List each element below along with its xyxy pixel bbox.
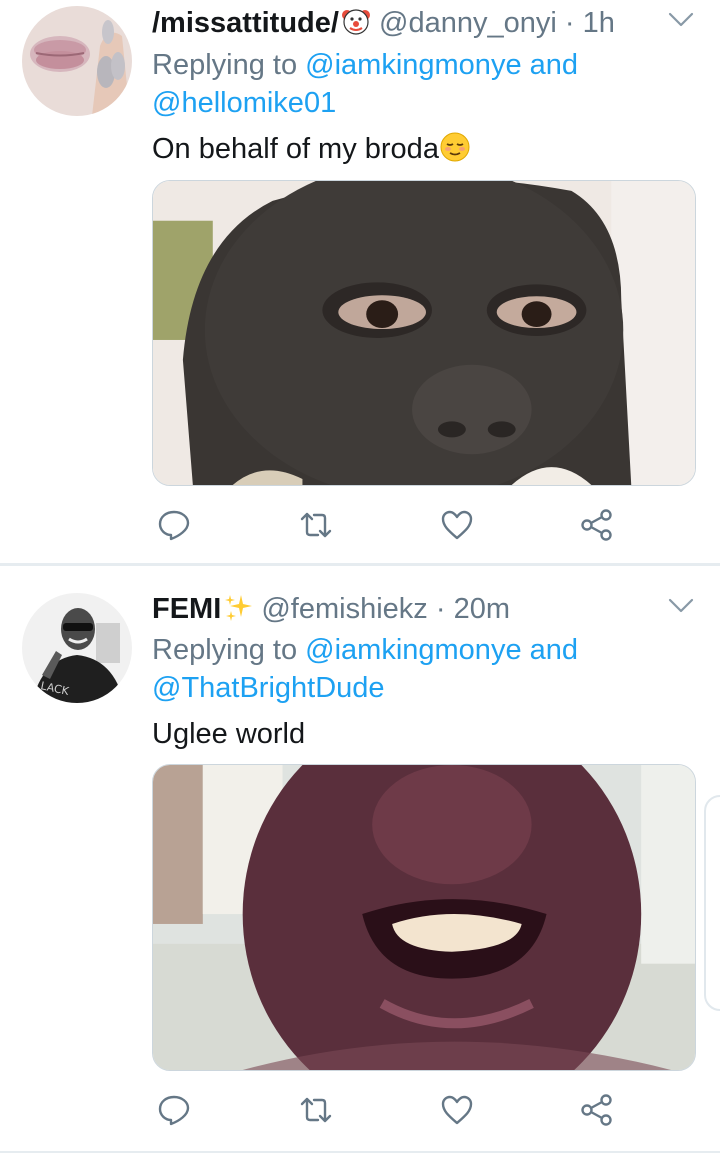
avatar[interactable]: LACK xyxy=(22,593,132,703)
heart-icon xyxy=(441,1095,473,1125)
tweet-divider xyxy=(0,1151,720,1153)
user-handle[interactable]: @femishiekz xyxy=(261,593,427,625)
mention-link[interactable]: @ThatBrightDude xyxy=(152,672,385,704)
tweet-text: Uglee world xyxy=(152,714,305,754)
reply-and[interactable]: and xyxy=(530,634,578,666)
mention-link[interactable]: @iamkingmonye xyxy=(305,634,521,666)
avatar-image: LACK xyxy=(22,593,132,703)
retweet-button[interactable] xyxy=(296,1090,336,1130)
display-name[interactable]: FEMI xyxy=(152,593,221,625)
reply-prefix: Replying to xyxy=(152,634,298,666)
tweet-header: FEMI @femishiekz · 20m xyxy=(152,589,510,629)
like-button[interactable] xyxy=(437,1090,477,1130)
tweet-photo[interactable] xyxy=(152,764,696,1071)
reply-icon xyxy=(158,1095,190,1126)
separator-dot: · xyxy=(435,593,446,625)
chevron-down-icon[interactable] xyxy=(666,594,696,618)
tweet-actions xyxy=(152,1090,696,1130)
retweet-icon xyxy=(300,1097,332,1123)
timeline-feed: /missattitude/ @danny_onyi · 1h Replying… xyxy=(0,0,720,1167)
replying-to-line: Replying to @iamkingmonye and @ThatBrigh… xyxy=(152,631,652,707)
scroll-handle[interactable] xyxy=(704,795,720,1011)
share-icon xyxy=(581,1094,612,1126)
reply-button[interactable] xyxy=(154,1090,194,1130)
share-button[interactable] xyxy=(577,1090,617,1130)
photo-smiling-face xyxy=(153,765,695,1070)
tweet-item[interactable]: LACK FEMI @femishiekz · 20m Replying to … xyxy=(0,0,720,1151)
sparkles-emoji xyxy=(223,592,253,622)
tweet-text-content: Uglee world xyxy=(152,718,306,750)
tweet-timestamp[interactable]: 20m xyxy=(454,593,510,625)
